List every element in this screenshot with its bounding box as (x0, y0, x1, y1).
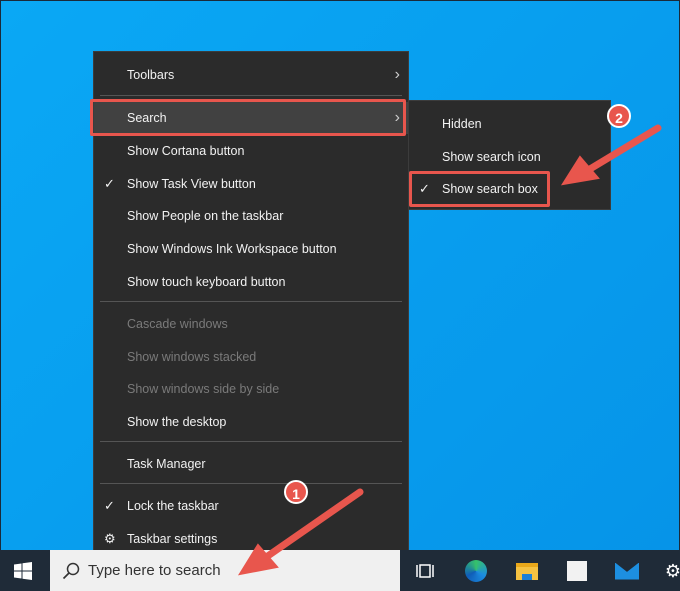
label: Show windows stacked (127, 350, 257, 364)
label: Taskbar settings (127, 532, 218, 546)
label: Show Windows Ink Workspace button (127, 242, 337, 256)
label: Show Task View button (127, 177, 256, 191)
menu-item-toolbars[interactable]: Toolbars › (94, 59, 408, 91)
file-explorer-icon[interactable] (514, 558, 540, 584)
mail-icon[interactable] (614, 558, 640, 584)
label: Cascade windows (127, 317, 228, 331)
check-icon: ✓ (104, 498, 115, 513)
settings-gear-icon[interactable]: ⚙ (660, 558, 680, 584)
menu-item-show-touch-keyboard[interactable]: Show touch keyboard button (94, 266, 408, 298)
label: Task Manager (127, 457, 206, 471)
annotation-badge-1: 1 (284, 480, 308, 504)
label: Hidden (442, 117, 482, 131)
menu-item-task-manager[interactable]: Task Manager (94, 448, 408, 480)
label: Toolbars (127, 68, 175, 82)
microsoft-store-icon[interactable] (564, 558, 590, 584)
menu-item-show-people[interactable]: Show People on the taskbar (94, 200, 408, 232)
menu-item-cascade: Cascade windows (94, 308, 408, 340)
check-icon: ✓ (104, 176, 115, 191)
edge-browser-icon[interactable] (463, 558, 489, 584)
label: Lock the taskbar (127, 499, 219, 513)
label: Show windows side by side (127, 382, 280, 396)
submenu-item-show-search-icon[interactable]: Show search icon (409, 141, 610, 173)
taskbar: Type here to search ⚙ (0, 550, 680, 591)
highlight-box-search (90, 99, 406, 136)
menu-item-show-task-view[interactable]: ✓ Show Task View button (94, 168, 408, 200)
annotation-badge-2: 2 (607, 104, 631, 128)
submenu-item-hidden[interactable]: Hidden (409, 108, 610, 140)
label: Show People on the taskbar (127, 209, 284, 223)
separator (100, 483, 402, 484)
separator (100, 441, 402, 442)
task-view-icon[interactable] (412, 558, 438, 584)
chevron-right-icon: › (394, 66, 400, 83)
menu-item-lock-taskbar[interactable]: ✓ Lock the taskbar (94, 490, 408, 522)
search-box[interactable]: Type here to search (50, 550, 400, 591)
search-icon (62, 562, 80, 580)
menu-item-show-ink[interactable]: Show Windows Ink Workspace button (94, 233, 408, 265)
highlight-box-show-search-box (409, 171, 550, 207)
windows-start-icon[interactable] (10, 558, 36, 584)
menu-item-side-by-side: Show windows side by side (94, 373, 408, 405)
label: Show touch keyboard button (127, 275, 286, 289)
label: Show the desktop (127, 415, 227, 429)
menu-item-show-desktop[interactable]: Show the desktop (94, 406, 408, 438)
label: Show search icon (442, 150, 541, 164)
menu-item-stacked: Show windows stacked (94, 341, 408, 373)
separator (100, 95, 402, 96)
search-placeholder: Type here to search (88, 562, 221, 579)
separator (100, 301, 402, 302)
menu-item-show-cortana[interactable]: Show Cortana button (94, 135, 408, 167)
label: Show Cortana button (127, 144, 245, 158)
